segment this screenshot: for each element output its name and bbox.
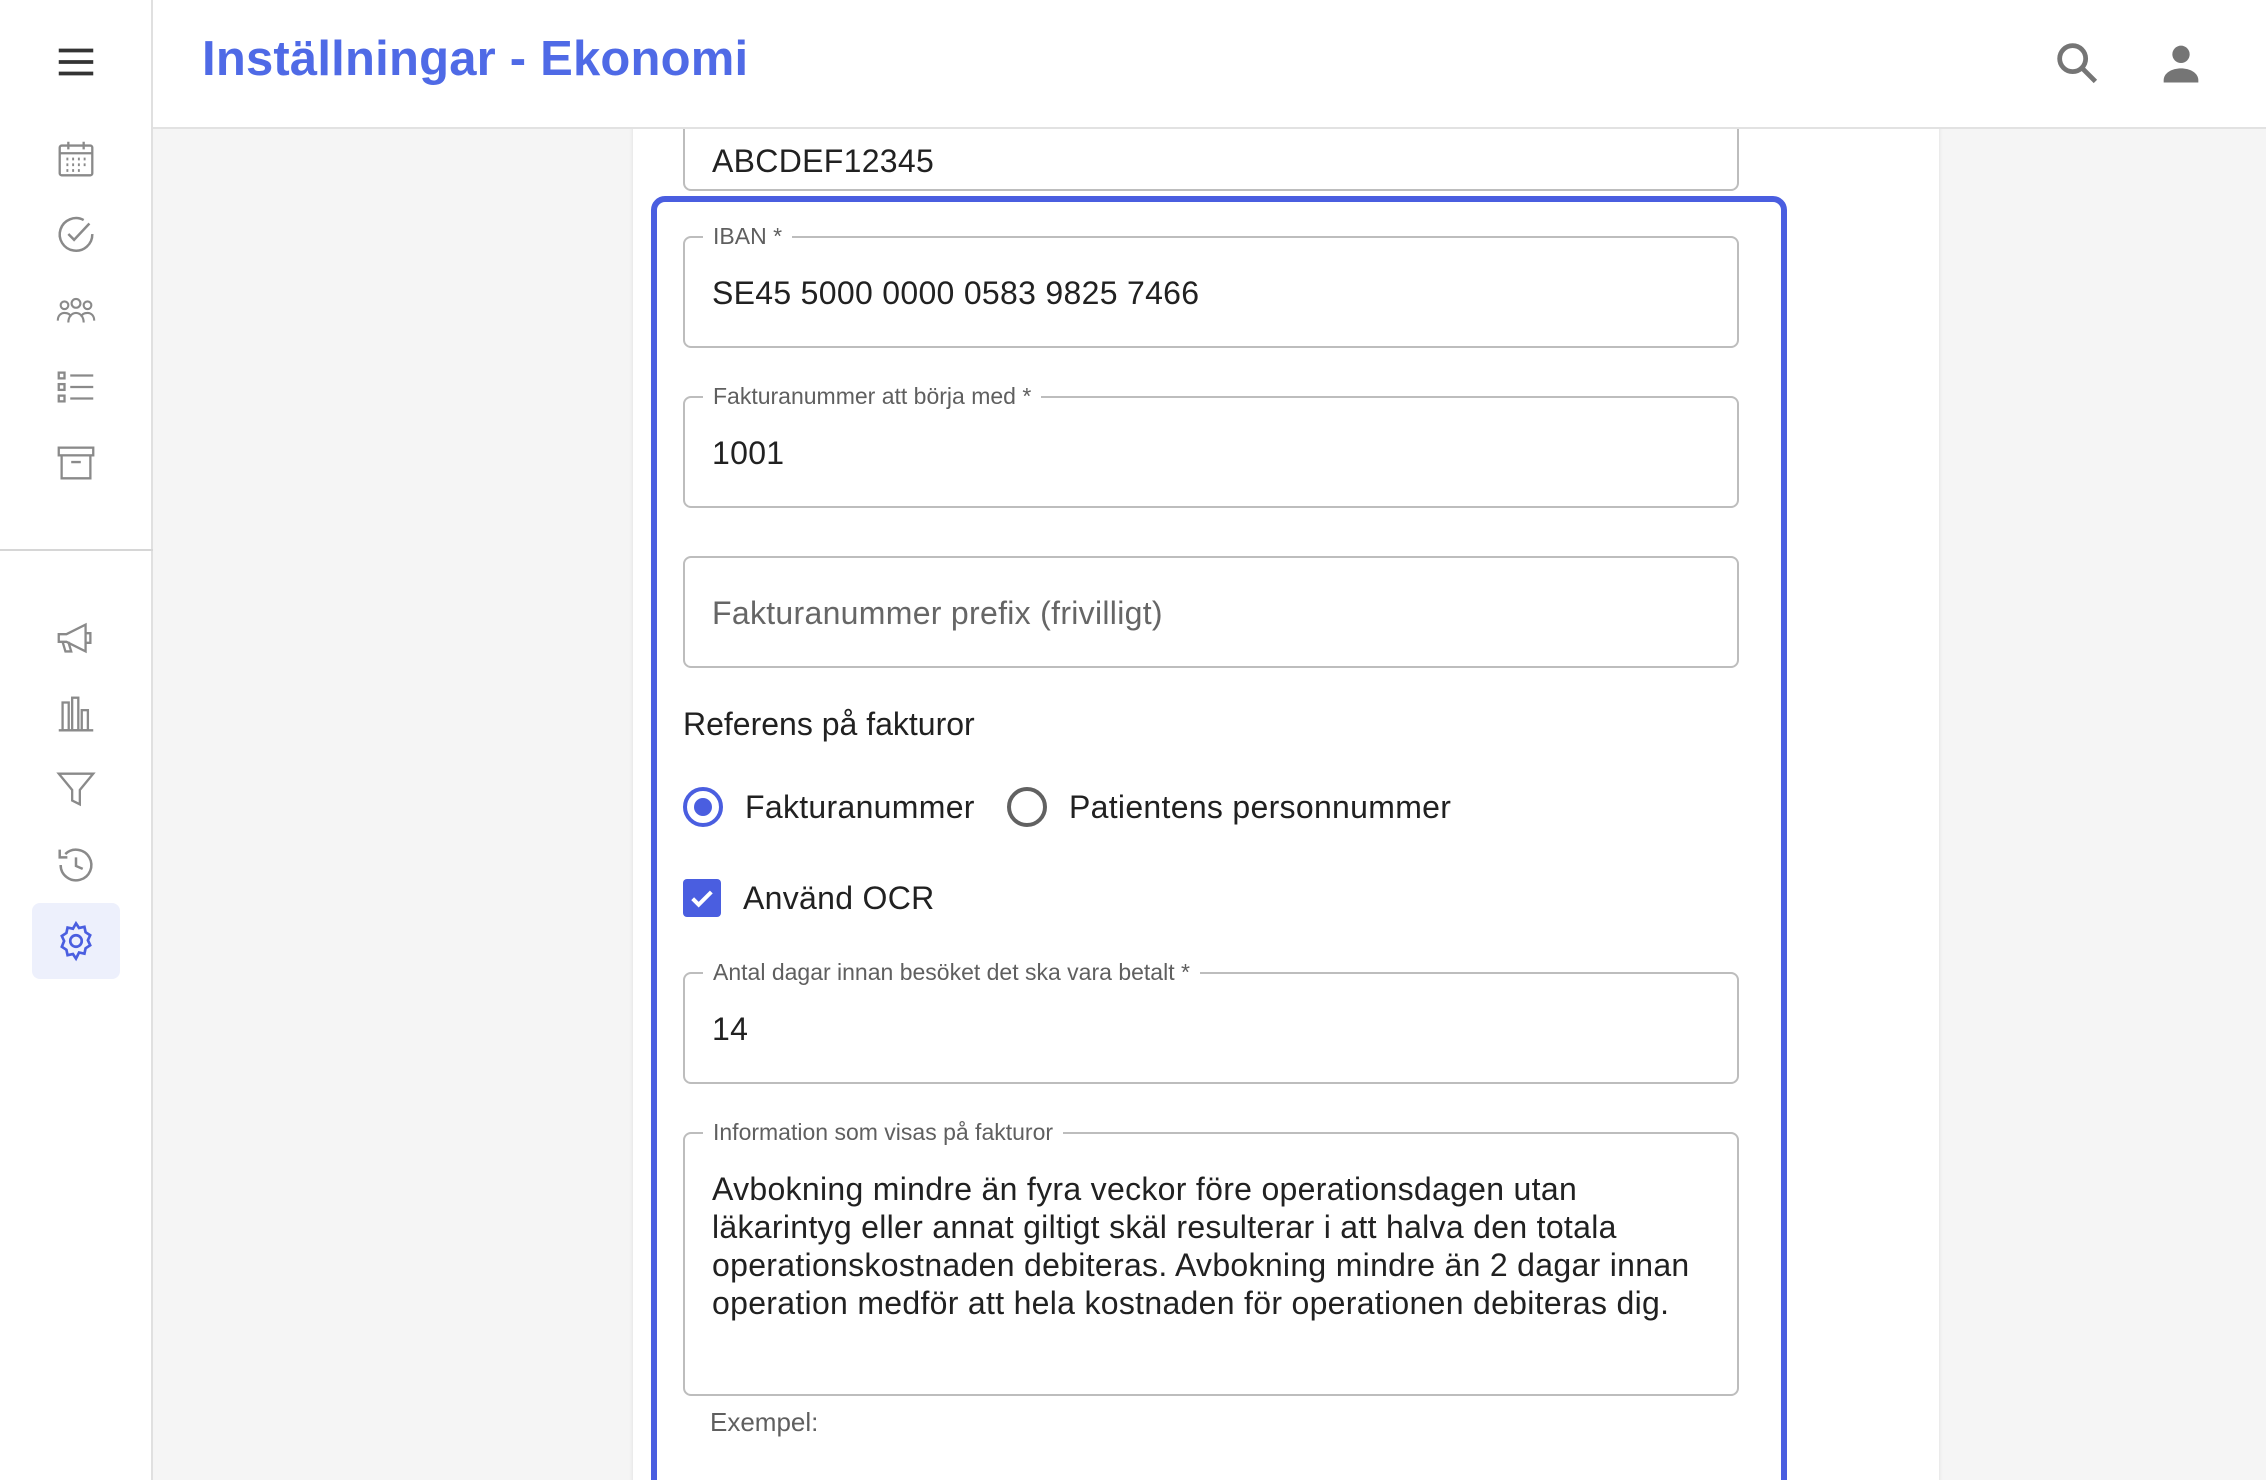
sidebar-item-settings[interactable]	[32, 903, 120, 979]
days-before-field[interactable]: Antal dagar innan besöket det ska vara b…	[683, 958, 1739, 1084]
sidebar-item-history[interactable]	[32, 827, 120, 903]
iban-field[interactable]: IBAN * SE45 5000 0000 0583 9825 7466	[683, 222, 1739, 348]
invoice-start-field[interactable]: Fakturanummer att börja med * 1001	[683, 382, 1739, 508]
group-icon	[56, 297, 96, 323]
calendar-icon	[58, 141, 94, 177]
megaphone-icon	[57, 622, 92, 654]
radio-invoice-number-label: Fakturanummer	[745, 788, 975, 825]
menu-icon	[58, 48, 94, 76]
radio-checked-icon[interactable]	[683, 787, 723, 827]
search-button[interactable]	[2046, 32, 2108, 94]
content-area: ABCDEF12345 IBAN * SE45 5000 0000 0583 9…	[153, 129, 2266, 1480]
sidebar-item-archive[interactable]	[32, 425, 120, 501]
reference-heading: Referens på fakturor	[683, 706, 975, 742]
invoice-prefix-field[interactable]: Fakturanummer prefix (frivilligt)	[683, 556, 1739, 668]
filter-icon	[56, 772, 96, 807]
invoice-start-label: Fakturanummer att börja med *	[703, 382, 1042, 410]
invoice-info-textarea[interactable]: Information som visas på fakturor Avbokn…	[683, 1118, 1739, 1396]
radio-invoice-number[interactable]: Fakturanummer	[683, 782, 975, 832]
sidebar-item-list[interactable]	[32, 349, 120, 425]
top-field-value: ABCDEF12345	[712, 143, 935, 179]
top-bar: Inställningar - Ekonomi	[153, 0, 2266, 129]
search-icon	[2057, 43, 2098, 84]
days-before-label: Antal dagar innan besöket det ska vara b…	[703, 958, 1200, 986]
invoice-prefix-placeholder: Fakturanummer prefix (frivilligt)	[712, 595, 1163, 631]
sidebar-divider	[0, 549, 153, 551]
sidebar-item-calendar[interactable]	[32, 121, 120, 197]
days-before-value: 14	[712, 1011, 749, 1047]
radio-unchecked-icon[interactable]	[1007, 787, 1047, 827]
example-label: Exempel:	[710, 1407, 819, 1437]
invoice-start-value: 1001	[712, 435, 785, 471]
radio-patient-ssn[interactable]: Patientens personnummer	[1007, 782, 1451, 832]
iban-value: SE45 5000 0000 0583 9825 7466	[712, 275, 1200, 311]
radio-patient-ssn-label: Patientens personnummer	[1069, 788, 1452, 825]
page-title: Inställningar - Ekonomi	[202, 32, 749, 86]
account-button[interactable]	[2150, 32, 2212, 94]
sidebar-item-patients[interactable]	[32, 273, 120, 349]
account-icon	[2163, 45, 2199, 83]
top-field[interactable]: ABCDEF12345	[683, 129, 1739, 191]
menu-button[interactable]	[32, 24, 120, 100]
list-icon	[57, 371, 94, 403]
sidebar-item-statistics[interactable]	[32, 676, 120, 752]
iban-label: IBAN *	[703, 222, 793, 250]
invoice-info-value: Avbokning mindre än fyra veckor före ope…	[712, 1171, 1690, 1321]
check-circle-icon	[58, 216, 94, 252]
checkbox-checked-icon[interactable]	[683, 879, 721, 917]
use-ocr-label: Använd OCR	[743, 879, 935, 916]
archive-icon	[57, 446, 95, 480]
invoice-info-label: Information som visas på fakturor	[703, 1118, 1064, 1146]
settings-icon	[60, 920, 92, 962]
use-ocr-checkbox[interactable]: Använd OCR	[683, 873, 935, 923]
history-icon	[58, 848, 93, 882]
sidebar-item-filter[interactable]	[32, 751, 120, 827]
sidebar-item-marketing[interactable]	[32, 600, 120, 676]
sidebar	[0, 0, 153, 1480]
bar-chart-icon	[58, 696, 94, 732]
sidebar-item-tasks[interactable]	[32, 197, 120, 273]
